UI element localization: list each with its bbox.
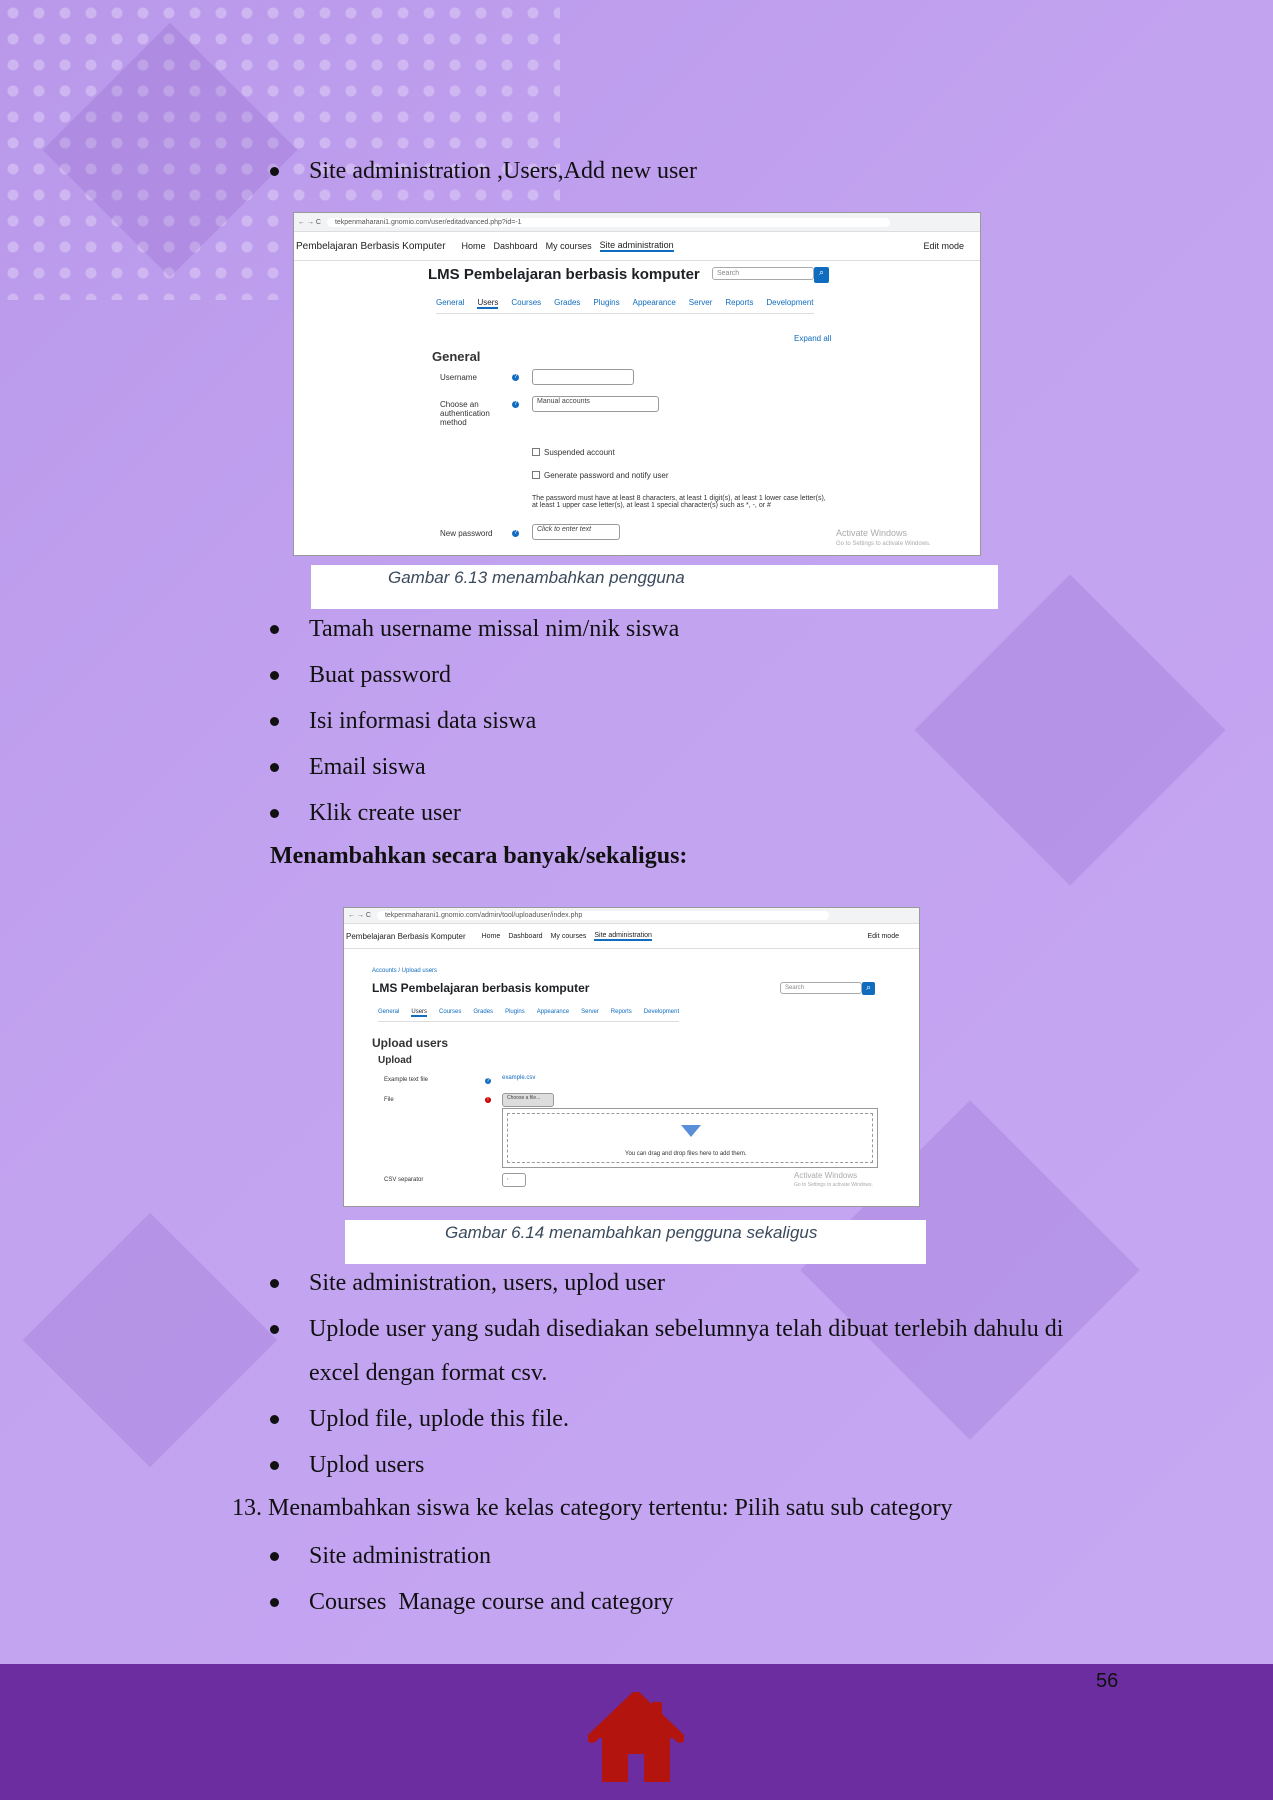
- csv-separator-select[interactable]: ,: [502, 1173, 526, 1187]
- page-number: 56: [1096, 1670, 1119, 1692]
- screenshot-upload-users: ← → Ctekpenmaharani1.gnomio.com/admin/to…: [343, 907, 920, 1207]
- drop-zone[interactable]: You can drag and drop files here to add …: [502, 1108, 878, 1168]
- section-heading: General: [432, 349, 481, 364]
- section-heading: Upload: [378, 1055, 412, 1066]
- suspended-checkbox[interactable]: Suspended account: [532, 448, 615, 457]
- csv-separator-label: CSV separator: [384, 1177, 424, 1183]
- admin-tabs: General Users Courses Grades Plugins Appearan…: [436, 298, 814, 314]
- username-label: Username: [440, 373, 477, 382]
- search-icon[interactable]: ⌕: [814, 267, 829, 283]
- search-input[interactable]: Search: [780, 982, 862, 994]
- password-rules: The password must have at least 8 charac…: [532, 495, 826, 509]
- file-label: File: [384, 1097, 394, 1103]
- watermark: Go to Settings to activate Windows.: [794, 1182, 873, 1188]
- watermark: Activate Windows: [794, 1171, 858, 1180]
- generate-password-checkbox[interactable]: Generate password and notify user: [532, 471, 669, 480]
- page-heading: Upload users: [372, 1036, 449, 1050]
- decorative-shape: [914, 574, 1226, 886]
- figure-caption: Gambar 6.13 menambahkan pengguna: [311, 565, 998, 609]
- required-icon: !: [485, 1097, 491, 1103]
- expand-all-link[interactable]: Expand all: [794, 334, 831, 343]
- username-input[interactable]: [532, 369, 634, 385]
- breadcrumb[interactable]: Accounts / Upload users: [372, 968, 437, 974]
- help-icon[interactable]: ?: [512, 374, 519, 381]
- help-icon[interactable]: ?: [485, 1078, 491, 1084]
- home-icon[interactable]: [588, 1692, 684, 1784]
- moodle-navbar: Pembelajaran Berbasis Komputer Home Dash…: [294, 232, 980, 261]
- download-arrow-icon: [681, 1125, 701, 1137]
- moodle-navbar: Pembelajaran Berbasis Komputer Home Dash…: [344, 924, 919, 949]
- drop-zone-text: You can drag and drop files here to add …: [625, 1151, 747, 1157]
- search-icon[interactable]: ⌕: [862, 982, 875, 995]
- section-heading: Menambahkan secara banyak/sekaligus:: [270, 843, 688, 869]
- lms-title: LMS Pembelajaran berbasis komputer: [428, 266, 700, 283]
- auth-method-select[interactable]: Manual accounts: [532, 396, 659, 412]
- search-input[interactable]: Search: [712, 267, 814, 280]
- admin-tabs: General Users Courses Grades Plugins Appearan…: [378, 1009, 680, 1022]
- help-icon[interactable]: ?: [512, 401, 519, 408]
- browser-address-bar: ← → Ctekpenmaharani1.gnomio.com/admin/to…: [344, 908, 919, 924]
- figure-caption: Gambar 6.14 menambahkan pengguna sekalig…: [345, 1220, 926, 1264]
- new-password-label: New password: [440, 529, 493, 538]
- decorative-shape: [22, 1212, 278, 1468]
- numbered-item: 13. Menambahkan siswa ke kelas category …: [232, 1495, 953, 1521]
- example-csv-link[interactable]: example.csv: [502, 1075, 535, 1081]
- watermark: Activate Windows: [836, 528, 908, 538]
- example-file-label: Example text file: [384, 1077, 429, 1083]
- lms-title: LMS Pembelajaran berbasis komputer: [372, 981, 590, 995]
- auth-label: Choose an authentication method: [440, 400, 490, 427]
- help-icon[interactable]: ?: [512, 530, 519, 537]
- watermark: Go to Settings to activate Windows.: [836, 541, 931, 547]
- browser-address-bar: ← → Ctekpenmaharani1.gnomio.com/user/edi…: [294, 213, 980, 232]
- new-password-input[interactable]: Click to enter text: [532, 524, 620, 540]
- screenshot-add-user: ← → Ctekpenmaharani1.gnomio.com/user/edi…: [293, 212, 981, 556]
- choose-file-button[interactable]: Choose a file...: [502, 1093, 554, 1107]
